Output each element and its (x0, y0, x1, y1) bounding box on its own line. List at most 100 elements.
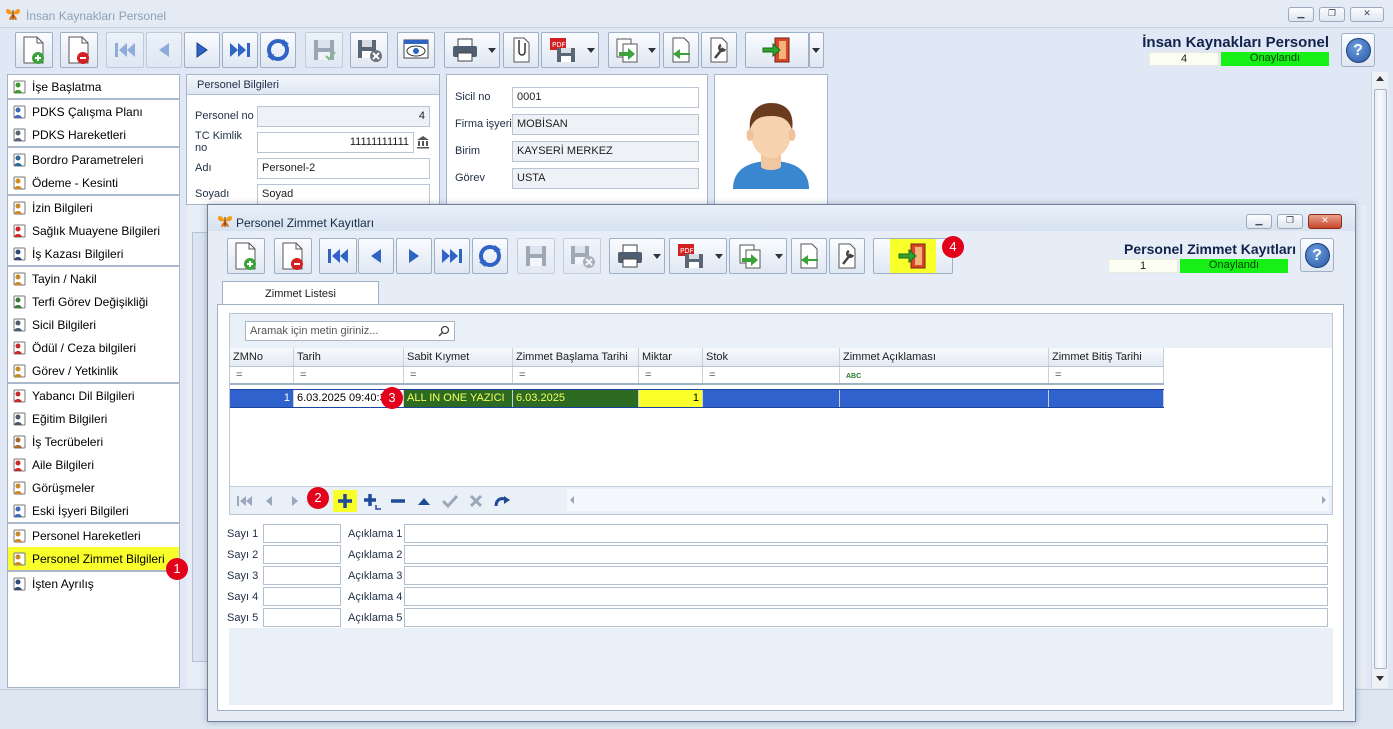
sidebar-item[interactable]: İzin Bilgileri (8, 196, 179, 219)
sidebar-item[interactable]: Sicil Bilgileri (8, 313, 179, 336)
save-button[interactable] (305, 32, 343, 68)
sayi-input[interactable] (263, 524, 341, 543)
next-record-button[interactable] (184, 32, 220, 68)
preview-button[interactable] (397, 32, 435, 68)
first-record-button[interactable] (106, 32, 144, 68)
dialog-first-record-button[interactable] (319, 238, 357, 274)
column-header[interactable]: Miktar (639, 348, 703, 366)
sidebar-item[interactable]: PDKS Hareketleri (8, 123, 179, 146)
attach-button[interactable] (503, 32, 539, 68)
sidebar-item[interactable]: PDKS Çalışma Planı (8, 100, 179, 123)
tab-zimmet-listesi[interactable]: Zimmet Listesi (222, 281, 379, 305)
new-record-button[interactable] (15, 32, 53, 68)
column-header[interactable]: Sabit Kıymet (404, 348, 513, 366)
sidebar-item[interactable]: Görüşmeler (8, 476, 179, 499)
nav-next-button[interactable] (284, 491, 306, 511)
personel-no-field[interactable]: 4 (257, 105, 430, 127)
scroll-right-arrow[interactable] (1322, 496, 1326, 504)
cell-zimmet-aciklamasi[interactable] (840, 390, 1049, 407)
dialog-print-button[interactable] (609, 238, 665, 274)
sidebar-item[interactable]: Tayin / Nakil (8, 267, 179, 290)
dialog-cancel-button[interactable] (563, 238, 601, 274)
sidebar-item[interactable]: Personel Hareketleri (8, 524, 179, 547)
refresh-button[interactable] (260, 32, 296, 68)
column-header[interactable]: Zimmet Açıklaması (840, 348, 1049, 366)
dialog-exit-button[interactable] (873, 238, 953, 274)
column-filter[interactable]: = (294, 367, 404, 383)
sidebar-item[interactable]: Eğitim Bilgileri (8, 407, 179, 430)
column-header[interactable]: ZMNo (230, 348, 294, 366)
cell-zmno[interactable]: 1 (230, 390, 294, 407)
exit-button[interactable] (745, 32, 809, 68)
column-header[interactable]: Zimmet Başlama Tarihi (513, 348, 639, 366)
scroll-left-arrow[interactable] (570, 496, 574, 504)
column-header[interactable]: Tarih (294, 348, 404, 366)
nav-first-button[interactable] (232, 491, 258, 511)
dialog-import-button[interactable] (791, 238, 827, 274)
close-button[interactable]: ✕ (1350, 7, 1384, 22)
dialog-help-button[interactable]: ? (1300, 238, 1334, 272)
sayi-input[interactable] (263, 566, 341, 585)
dialog-export-button[interactable] (729, 238, 787, 274)
dialog-next-record-button[interactable] (396, 238, 432, 274)
aciklama-input[interactable] (404, 524, 1328, 543)
birim-field[interactable]: KAYSERİ MERKEZ (512, 140, 699, 162)
cancel-button[interactable] (350, 32, 388, 68)
dialog-delete-record-button[interactable] (274, 238, 312, 274)
cell-zimmet-baslama-tarihi[interactable]: 6.03.2025 (513, 390, 639, 407)
cell-sabit-kiymet[interactable]: ALL IN ONE YAZICI (404, 390, 513, 407)
cell-miktar[interactable]: 1 (639, 390, 703, 407)
sidebar-item[interactable]: Bordro Parametreleri (8, 148, 179, 171)
sayi-input[interactable] (263, 608, 341, 627)
adi-field[interactable]: Personel-2 (257, 157, 430, 179)
dialog-save-button[interactable] (517, 238, 555, 274)
search-input[interactable]: Aramak için metin giriniz... (245, 321, 455, 341)
firma-field[interactable]: MOBİSAN (512, 113, 699, 135)
aciklama-input[interactable] (404, 566, 1328, 585)
dialog-minimize-button[interactable]: ▁ (1246, 214, 1272, 229)
sidebar-item[interactable]: İş Kazası Bilgileri (8, 242, 179, 265)
nav-edit-button[interactable] (413, 491, 435, 511)
nav-refresh-button[interactable] (491, 491, 513, 511)
export-button[interactable] (608, 32, 660, 68)
sidebar-item[interactable]: Sağlık Muayene Bilgileri (8, 219, 179, 242)
horizontal-scrollbar[interactable] (567, 489, 1329, 511)
gorev-field[interactable]: USTA (512, 167, 699, 189)
photo-panel[interactable] (714, 74, 828, 205)
column-filter[interactable]: = (639, 367, 703, 383)
nav-append-button[interactable] (333, 490, 357, 512)
tc-kimlik-field[interactable]: 11111111111 (257, 131, 414, 153)
sidebar-item[interactable]: İşten Ayrılış (8, 572, 179, 595)
soyadi-field[interactable]: Soyad (257, 183, 430, 205)
sidebar-item[interactable]: İş Tecrübeleri (8, 430, 179, 453)
column-header[interactable]: Stok (703, 348, 840, 366)
dialog-close-button[interactable]: ✕ (1308, 214, 1342, 229)
sayi-input[interactable] (263, 545, 341, 564)
help-button[interactable]: ? (1341, 33, 1375, 67)
aciklama-input[interactable] (404, 587, 1328, 606)
export-pdf-button[interactable]: PDF (541, 32, 599, 68)
exit-dropdown-button[interactable] (809, 32, 824, 68)
sidebar-item[interactable]: Ödeme - Kesinti (8, 171, 179, 194)
dialog-refresh-button[interactable] (472, 238, 508, 274)
column-filter[interactable]: = (230, 367, 294, 383)
sidebar-item[interactable]: Terfi Görev Değişikliği (8, 290, 179, 313)
column-filter[interactable]: = (1049, 367, 1164, 383)
nav-previous-button[interactable] (258, 491, 280, 511)
sidebar-item[interactable]: İşe Başlatma (8, 75, 179, 98)
nav-post-button[interactable] (439, 491, 461, 511)
last-record-button[interactable] (222, 32, 258, 68)
delete-record-button[interactable] (60, 32, 98, 68)
cell-stok[interactable] (703, 390, 840, 407)
dialog-tools-button[interactable] (829, 238, 865, 274)
column-filter[interactable]: = (404, 367, 513, 383)
sidebar-item[interactable]: Görev / Yetkinlik (8, 359, 179, 382)
scroll-up-arrow[interactable] (1376, 76, 1384, 81)
sidebar-item[interactable]: Eski İşyeri Bilgileri (8, 499, 179, 522)
vertical-scrollbar[interactable] (1371, 72, 1388, 688)
scroll-down-arrow[interactable] (1376, 676, 1384, 681)
column-filter[interactable]: = (703, 367, 840, 383)
dialog-restore-button[interactable]: ❐ (1277, 214, 1303, 229)
scrollbar-thumb[interactable] (1374, 89, 1387, 669)
nav-delete-button[interactable] (387, 491, 409, 511)
